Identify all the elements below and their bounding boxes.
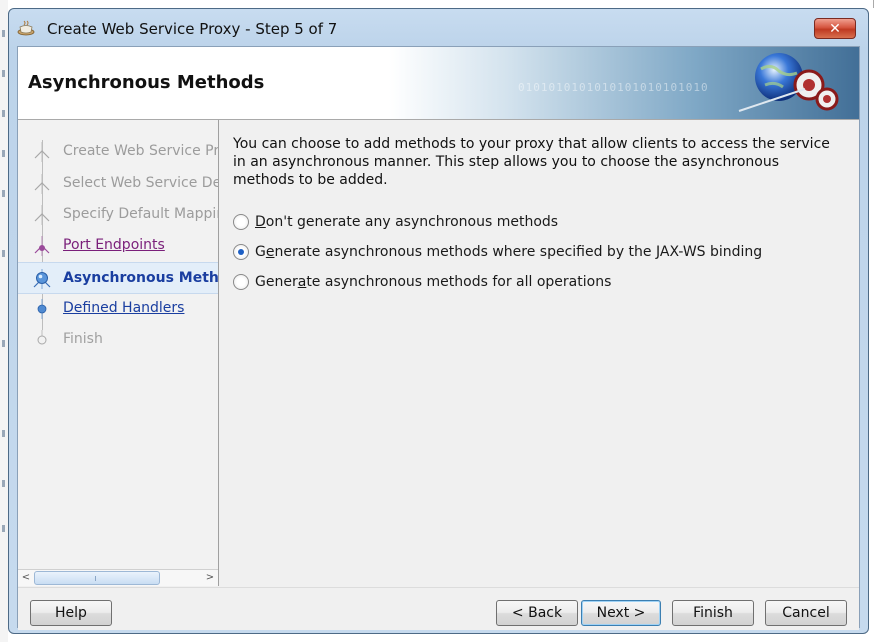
step-done-icon bbox=[34, 205, 50, 225]
desktop-tick bbox=[2, 340, 5, 347]
help-button[interactable]: Help bbox=[30, 600, 112, 626]
wizard-window: Create Web Service Proxy - Step 5 of 7 ✕… bbox=[8, 8, 869, 634]
step-label: Port Endpoints bbox=[63, 237, 165, 253]
desktop-tick bbox=[2, 525, 5, 532]
desktop-tick bbox=[2, 70, 5, 77]
step-label: Finish bbox=[63, 331, 103, 347]
scroll-left-icon[interactable]: < bbox=[18, 570, 34, 586]
step-label: Specify Default Mapping Options bbox=[63, 206, 218, 222]
close-icon: ✕ bbox=[829, 21, 841, 37]
step-label: Asynchronous Methods bbox=[63, 270, 219, 286]
step-label: Create Web Service Proxy bbox=[63, 143, 219, 159]
wizard-client-area: 0101010101010101010101010 Asynchronous M… bbox=[17, 46, 860, 630]
globe-gears-icon bbox=[738, 53, 839, 112]
step-label: Defined Handlers bbox=[63, 300, 185, 316]
desktop-tick bbox=[2, 30, 5, 37]
step-description: You can choose to add methods to your pr… bbox=[233, 136, 830, 188]
desktop-tick bbox=[2, 110, 5, 117]
step-current-icon bbox=[33, 269, 51, 289]
step-done-icon bbox=[34, 174, 50, 194]
step-create-web-service-proxy[interactable]: Create Web Service Proxy bbox=[18, 137, 219, 167]
step-content: You can choose to add methods to your pr… bbox=[233, 135, 853, 290]
step-next-icon bbox=[37, 299, 47, 319]
option-label: Generate asynchronous methods for all op… bbox=[255, 274, 612, 290]
cancel-button-label: Cancel bbox=[782, 605, 830, 621]
cancel-button[interactable]: Cancel bbox=[765, 600, 847, 626]
step-select-web-service-description[interactable]: Select Web Service Description bbox=[18, 169, 218, 199]
coffee-cup-icon bbox=[17, 20, 35, 36]
scrollbar-grip-icon bbox=[95, 576, 101, 581]
scrollbar-thumb[interactable] bbox=[34, 571, 160, 585]
desktop-tick bbox=[2, 250, 5, 257]
step-port-endpoints[interactable]: Port Endpoints bbox=[18, 231, 218, 261]
step-done-icon bbox=[34, 142, 50, 162]
option-label: Don't generate any asynchronous methods bbox=[255, 214, 559, 230]
page-title: Asynchronous Methods bbox=[28, 72, 265, 93]
button-bar: Help < Back Next > Finish Cancel bbox=[18, 587, 859, 630]
step-asynchronous-methods[interactable]: Asynchronous Methods bbox=[18, 262, 219, 294]
step-specify-default-mapping[interactable]: Specify Default Mapping Options bbox=[18, 200, 218, 230]
radio-no-async[interactable] bbox=[233, 214, 249, 230]
desktop-tick bbox=[2, 480, 5, 487]
back-button[interactable]: < Back bbox=[496, 600, 578, 626]
scroll-right-icon[interactable]: > bbox=[202, 570, 218, 586]
desktop-edge-mark bbox=[873, 0, 874, 8]
close-button[interactable]: ✕ bbox=[814, 18, 856, 39]
wizard-step-list: Create Web Service Proxy Select Web Serv… bbox=[18, 120, 219, 586]
finish-button[interactable]: Finish bbox=[672, 600, 754, 626]
desktop-tick bbox=[2, 190, 5, 197]
window-title: Create Web Service Proxy - Step 5 of 7 bbox=[47, 20, 338, 38]
desktop-tick bbox=[2, 150, 5, 157]
radio-all-async[interactable] bbox=[233, 274, 249, 290]
desktop-edge bbox=[0, 0, 8, 642]
radio-dot-icon bbox=[238, 249, 244, 255]
back-button-label: < Back bbox=[511, 605, 563, 621]
next-button-label: Next > bbox=[596, 605, 646, 621]
step-list-scrollbar[interactable]: < > bbox=[18, 569, 218, 586]
step-visited-icon bbox=[34, 236, 50, 256]
finish-button-label: Finish bbox=[693, 605, 733, 621]
step-defined-handlers[interactable]: Defined Handlers bbox=[18, 294, 218, 324]
title-bar[interactable]: Create Web Service Proxy - Step 5 of 7 ✕ bbox=[9, 9, 868, 47]
option-label: Generate asynchronous methods where spec… bbox=[255, 244, 763, 260]
desktop-tick bbox=[2, 430, 5, 437]
step-finish: Finish bbox=[18, 325, 218, 355]
banner-binary-decoration: 0101010101010101010101010 bbox=[518, 81, 709, 94]
step-label: Select Web Service Description bbox=[63, 175, 218, 191]
step-future-icon bbox=[37, 330, 47, 345]
next-button[interactable]: Next > bbox=[581, 600, 661, 626]
radio-binding-async[interactable] bbox=[233, 244, 249, 260]
help-button-label: Help bbox=[55, 605, 87, 621]
wizard-banner: 0101010101010101010101010 Asynchronous M… bbox=[18, 47, 859, 120]
